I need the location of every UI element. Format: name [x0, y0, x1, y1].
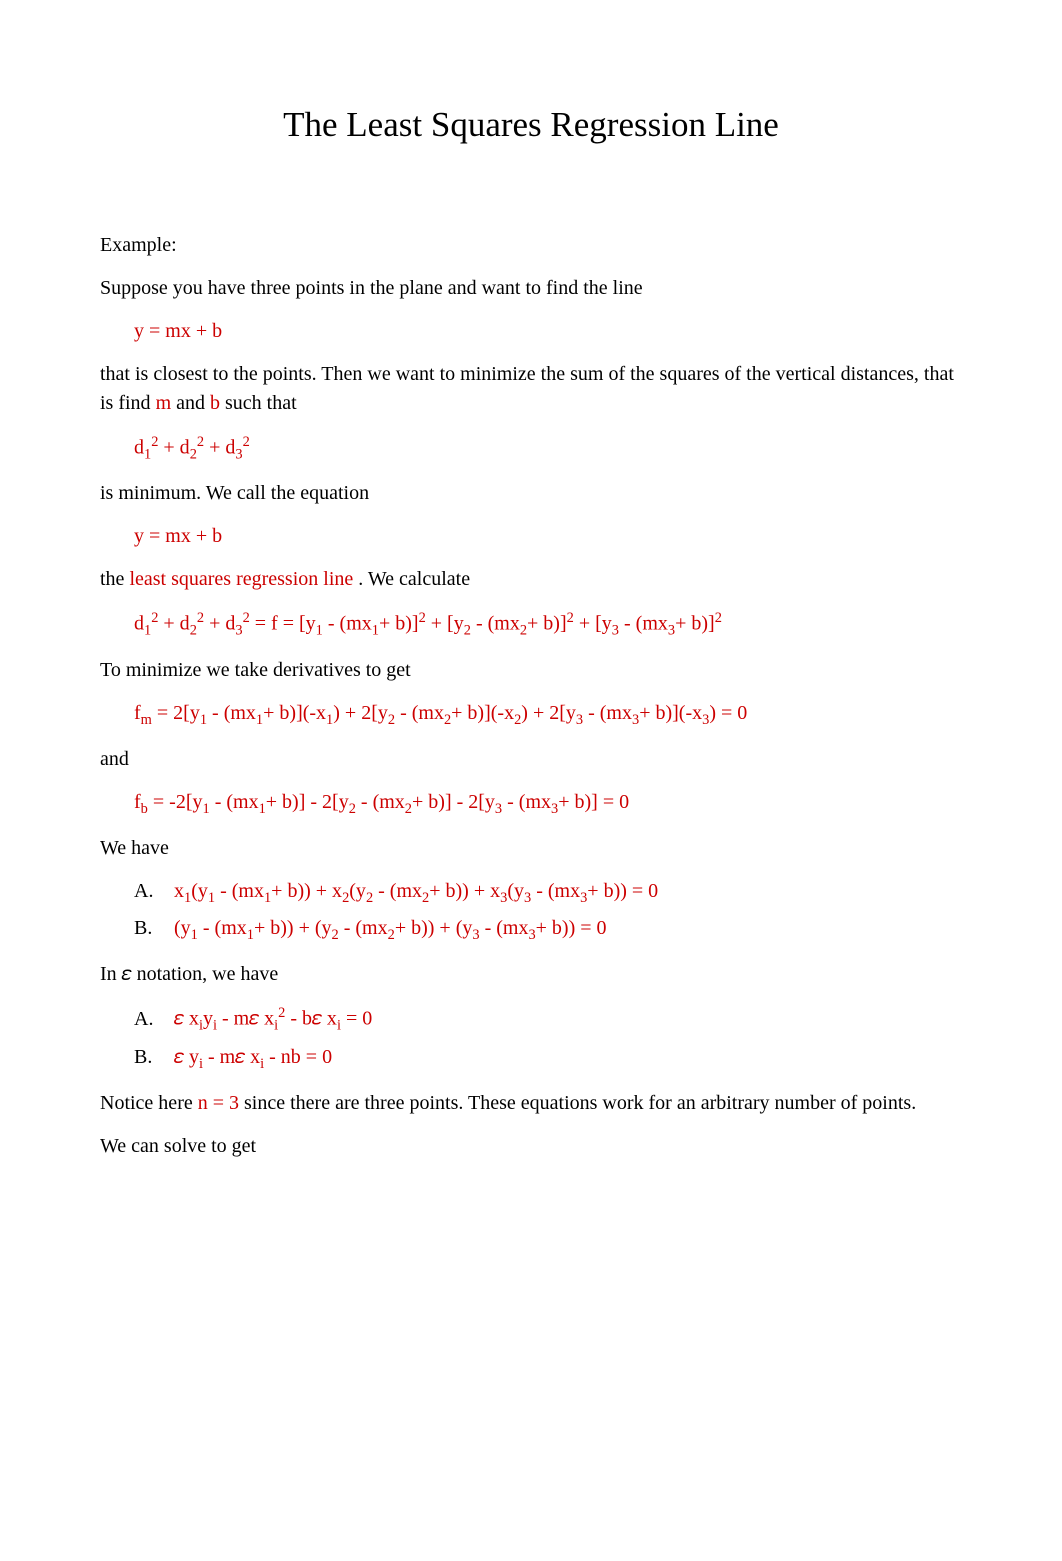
and-line: and	[100, 745, 962, 774]
equation-sigma-a: 𝜀 xiyi - m𝜀 xi2 - b𝜀 xi = 0	[174, 1003, 372, 1037]
equation-expanded-a: x1(y1 - (mx1+ b)) + x2(y2 - (mx2+ b)) + …	[174, 877, 658, 909]
n-equals-3: n = 3	[198, 1092, 239, 1114]
page-title: The Least Squares Regression Line	[100, 100, 962, 151]
list-item: B. (y1 - (mx1+ b)) + (y2 - (mx2+ b)) + (…	[134, 914, 962, 946]
equation-line-1: y = mx + b	[134, 317, 962, 346]
intro-line: Suppose you have three points in the pla…	[100, 274, 962, 303]
equation-expanded-b: (y1 - (mx1+ b)) + (y2 - (mx2+ b)) + (y3 …	[174, 914, 607, 946]
text: In	[100, 963, 122, 985]
item-label: B.	[134, 1043, 160, 1072]
notice-paragraph: Notice here n = 3 since there are three …	[100, 1089, 962, 1118]
least-squares-term-line: the least squares regression line . We c…	[100, 565, 962, 594]
equation-sigma-b: 𝜀 yi - m𝜀 xi - nb = 0	[174, 1043, 332, 1075]
example-heading: Example:	[100, 231, 962, 260]
text: and	[171, 392, 210, 414]
text: . We calculate	[353, 568, 470, 590]
sigma-notation-line: In 𝜀 notation, we have	[100, 960, 962, 989]
we-have-line: We have	[100, 834, 962, 863]
sigma-equations-list: A. 𝜀 xiyi - m𝜀 xi2 - b𝜀 xi = 0 B. 𝜀 yi -…	[134, 1003, 962, 1074]
item-label: B.	[134, 914, 160, 943]
equation-f-definition: d12 + d22 + d32 = f = [y1 - (mx1+ b)]2 +…	[134, 608, 962, 642]
expanded-equations-list: A. x1(y1 - (mx1+ b)) + x2(y2 - (mx2+ b))…	[134, 877, 962, 947]
text: such that	[220, 392, 297, 414]
text: since there are three points. These equa…	[239, 1092, 916, 1114]
is-minimum-line: is minimum. We call the equation	[100, 479, 962, 508]
equation-sumsquares: d12 + d22 + d32	[134, 432, 962, 466]
text: Notice here	[100, 1092, 198, 1114]
item-label: A.	[134, 877, 160, 906]
item-label: A.	[134, 1005, 160, 1034]
variable-m: m	[156, 392, 172, 414]
list-item: B. 𝜀 yi - m𝜀 xi - nb = 0	[134, 1043, 962, 1075]
equation-line-2: y = mx + b	[134, 522, 962, 551]
sigma-symbol: 𝜀	[122, 963, 132, 985]
equation-fb: fb = -2[y1 - (mx1+ b)] - 2[y2 - (mx2+ b)…	[134, 788, 962, 820]
to-minimize-line: To minimize we take derivatives to get	[100, 656, 962, 685]
list-item: A. x1(y1 - (mx1+ b)) + x2(y2 - (mx2+ b))…	[134, 877, 962, 909]
variable-b: b	[210, 392, 220, 414]
solve-line: We can solve to get	[100, 1132, 962, 1161]
least-squares-term: least squares regression line	[129, 568, 353, 590]
text: the	[100, 568, 129, 590]
list-item: A. 𝜀 xiyi - m𝜀 xi2 - b𝜀 xi = 0	[134, 1003, 962, 1037]
text: notation, we have	[132, 963, 279, 985]
equation-fm: fm = 2[y1 - (mx1+ b)](-x1) + 2[y2 - (mx2…	[134, 699, 962, 731]
closest-paragraph: that is closest to the points. Then we w…	[100, 360, 962, 418]
